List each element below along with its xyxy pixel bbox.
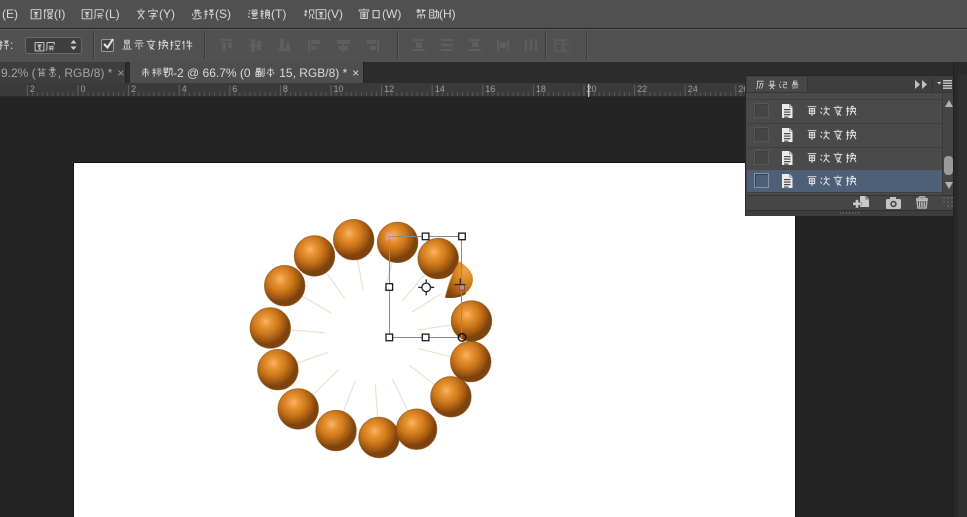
svg-text:14: 14 (435, 84, 445, 94)
svg-text:10: 10 (334, 84, 344, 94)
svg-text:24: 24 (688, 84, 698, 94)
svg-text:22: 22 (637, 84, 647, 94)
svg-text:18: 18 (536, 84, 546, 94)
svg-text:16: 16 (485, 84, 495, 94)
svg-text:12: 12 (384, 84, 394, 94)
